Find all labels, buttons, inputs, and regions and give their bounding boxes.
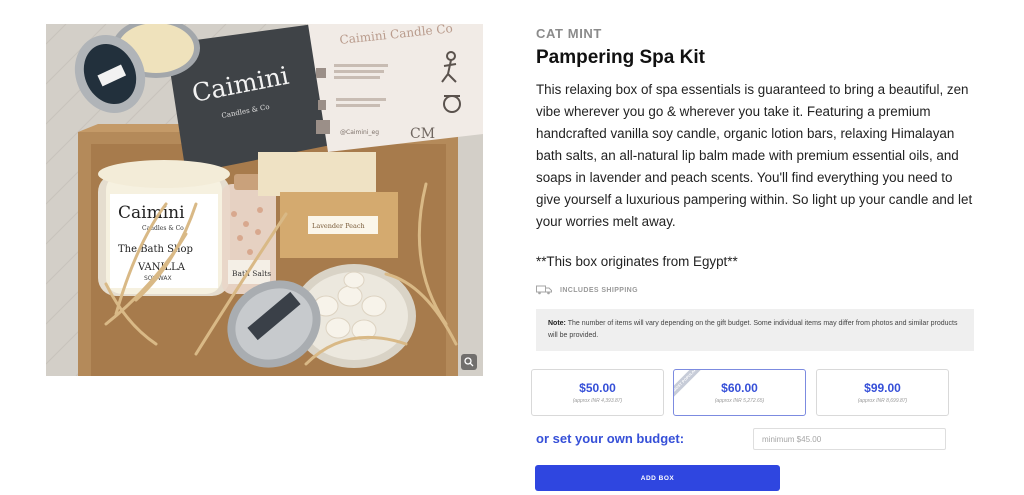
product-description: This relaxing box of spa essentials is g… [536, 82, 973, 229]
zoom-button[interactable] [461, 354, 477, 370]
note-label: Note: [548, 320, 566, 327]
budget-price: $99.00 [864, 381, 901, 395]
shipping-label: INCLUDES SHIPPING [560, 286, 638, 294]
truck-icon [536, 285, 552, 295]
product-image[interactable]: Caimini Candles & Co Caimini Candle Co @… [46, 24, 483, 376]
budget-price: $50.00 [579, 381, 616, 395]
insert-logo-text: CM [410, 126, 435, 142]
budget-price: $60.00 [721, 381, 758, 395]
own-budget-input[interactable] [753, 428, 946, 450]
budget-option-60[interactable]: MOST POPULAR $60.00 (approx INR 5,272.65… [673, 369, 806, 416]
note-box: Note: The number of items will vary depe… [536, 309, 974, 351]
product-title: Pampering Spa Kit [536, 47, 705, 68]
candle-line-text: The Bath Shop [118, 244, 193, 255]
add-box-button[interactable]: ADD BOX [535, 465, 780, 491]
insert-handle-text: @Caimini_eg [340, 129, 379, 136]
candle-brand-text: Caimini [118, 203, 185, 223]
budget-option-99[interactable]: $99.00 (approx INR 8,699.87) [816, 369, 949, 416]
zoom-icon [464, 357, 474, 367]
own-budget-label: or set your own budget: [536, 431, 685, 446]
budget-approx: (approx INR 5,272.65) [714, 398, 765, 404]
spa-kit-photo: Caimini Candles & Co Caimini Candle Co @… [46, 24, 483, 376]
budget-approx: (approx INR 4,393.87) [572, 398, 623, 404]
salts-label-text: Bath Salts [232, 269, 271, 278]
budget-approx: (approx INR 8,699.87) [857, 398, 908, 404]
budget-option-50[interactable]: $50.00 (approx INR 4,393.87) [531, 369, 664, 416]
note-text: The number of items will vary depending … [548, 320, 958, 339]
soap-label-text: Lavender Peach [312, 222, 365, 230]
product-origin: **This box originates from Egypt** [536, 254, 738, 269]
shipping-info: INCLUDES SHIPPING [536, 285, 638, 295]
brand-name: CAT MINT [536, 26, 602, 41]
